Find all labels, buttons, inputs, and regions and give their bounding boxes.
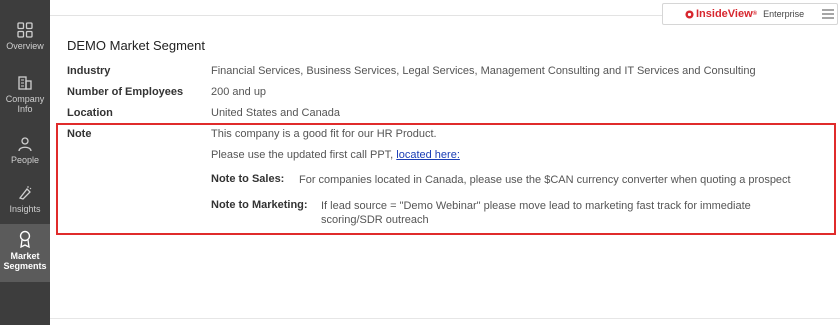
field-value: United States and Canada	[211, 107, 341, 119]
field-label: Number of Employees	[67, 86, 184, 98]
sidebar-item-company-info[interactable]: Company Info	[0, 75, 50, 123]
brand-header: InsideView ® Enterprise	[662, 3, 838, 25]
note-line-2: Please use the updated first call PPT, l…	[211, 149, 460, 161]
insideview-logo: InsideView ®	[685, 8, 757, 20]
building-icon	[18, 76, 32, 90]
brand-trademark: ®	[752, 11, 758, 17]
note-to-marketing-value-line-2: scoring/SDR outreach	[321, 214, 429, 226]
field-value: Financial Services, Business Services, L…	[211, 65, 756, 77]
note-line-2-text: Please use the updated first call PPT,	[211, 149, 397, 161]
sidebar-item-label: People	[10, 155, 40, 165]
note-to-sales-label: Note to Sales:	[211, 173, 285, 185]
note-to-marketing-label: Note to Marketing:	[211, 199, 308, 211]
sidebar-item-market-segments[interactable]: Market Segments	[0, 224, 50, 282]
note-line-1: This company is a good fit for our HR Pr…	[211, 128, 437, 140]
note-label: Note	[67, 128, 92, 140]
sidebar-item-label: Insights	[9, 204, 41, 214]
sidebar-item-label: Company Info	[5, 94, 45, 114]
header-divider	[50, 15, 662, 16]
sidebar-item-overview[interactable]: Overview	[0, 22, 50, 62]
people-icon	[18, 137, 32, 152]
brand-edition: Enterprise	[763, 9, 805, 19]
grid-icon	[17, 22, 33, 38]
sidebar-item-label: Market Segments	[3, 251, 47, 271]
sidebar-item-label: Overview	[6, 41, 44, 51]
page-title: DEMO Market Segment	[67, 38, 205, 53]
insideview-logo-mark-icon	[685, 9, 694, 19]
brand-name: InsideView	[696, 8, 753, 20]
lightbulb-icon	[18, 186, 32, 200]
note-to-sales-value: For companies located in Canada, please …	[299, 174, 791, 186]
note-to-marketing-value-line-1: If lead source = "Demo Webinar" please m…	[321, 200, 751, 212]
field-label: Industry	[67, 65, 111, 77]
segment-icon	[19, 230, 31, 248]
sidebar-item-insights[interactable]: Insights	[0, 185, 50, 219]
sidebar-item-people[interactable]: People	[0, 136, 50, 168]
field-label: Location	[67, 107, 113, 119]
field-value: 200 and up	[211, 86, 267, 98]
hamburger-icon[interactable]	[822, 9, 835, 19]
sidebar: Overview Company Info People Insights Ma…	[0, 0, 50, 325]
located-here-link[interactable]: located here:	[396, 149, 460, 161]
